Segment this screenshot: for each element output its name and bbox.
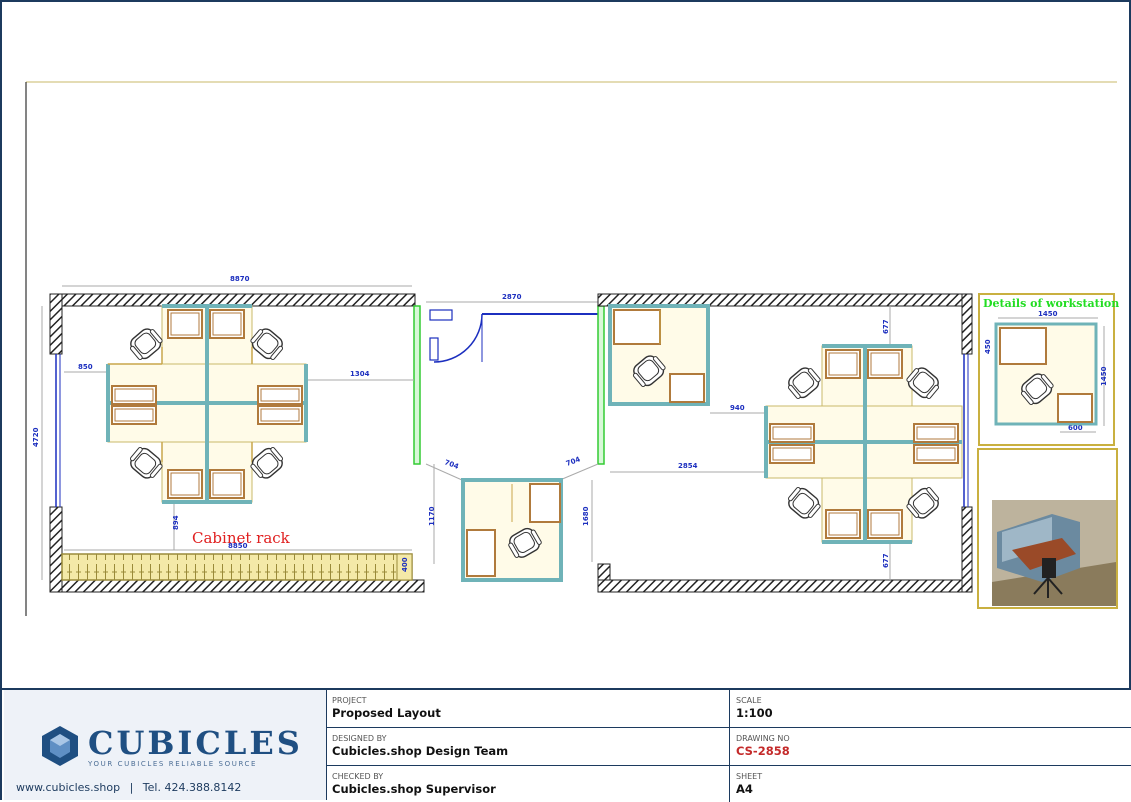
left-workstation-cluster [106,304,308,504]
dimension-corridor-left: 1170 [428,506,436,526]
dimension-door-a: 704 [443,458,460,471]
designed-by-label: DESIGNED BY [332,734,387,743]
contact-line: www.cubicles.shop | Tel. 424.388.8142 [16,781,241,794]
detail-title: Details of workstation [983,297,1119,310]
project-value: Proposed Layout [332,706,441,720]
dimension-left-gap: 1304 [350,370,370,378]
workstation-render-image [977,448,1118,609]
scale-value: 1:100 [736,706,773,720]
checked-by-value: Cubicles.shop Supervisor [332,782,496,796]
corridor-workstation [461,478,563,582]
cube-logo-icon [42,726,78,766]
dimension-left-cab: 894 [172,515,180,530]
detail-height: 1450 [1100,366,1108,386]
phone-number: Tel. 424.388.8142 [142,781,242,794]
dimension-corridor-right: 1680 [582,506,590,526]
dimension-door-b: 704 [565,455,582,468]
title-block: CUBICLES YOUR CUBICLES RELIABLE SOURCE w… [2,688,1131,802]
corridor: 2870 704 704 1170 1680 [425,293,611,593]
scale-label: SCALE [736,696,762,705]
drawing-no-cell: DRAWING NO CS-2858 [730,728,1131,766]
dimension-right-top: 677 [882,319,890,334]
dimension-left-small: 850 [78,363,93,371]
dimension-cab-end: 400 [401,557,409,572]
workstation-detail-panel: Details of workstation 1450 1450 450 600 [977,293,1119,609]
dimension-left-height: 4720 [32,427,40,447]
project-label: PROJECT [332,696,367,705]
checked-by-label: CHECKED BY [332,772,384,781]
floor-plan: 8870 4720 850 1304 894 8850 400 Cabinet … [25,81,1119,616]
scale-cell: SCALE 1:100 [730,690,1131,728]
company-logo-block: CUBICLES YOUR CUBICLES RELIABLE SOURCE w… [4,690,327,800]
detail-width: 1450 [1038,310,1058,318]
floor-plan-area: 8870 4720 850 1304 894 8850 400 Cabinet … [2,2,1131,688]
left-room: 8870 4720 850 1304 894 8850 400 Cabinet … [32,275,425,593]
sheet-label: SHEET [736,772,763,781]
right-l-workstation [608,304,710,406]
cabinet-rack-label: Cabinet rack [192,529,291,547]
dimension-right-bottom: 677 [882,553,890,568]
contact-separator: | [129,781,134,794]
right-room: 677 940 2854 677 [597,293,973,593]
dimension-right-span: 2854 [678,462,698,470]
dimension-top-left: 8870 [230,275,250,283]
sheet-value: A4 [736,782,753,796]
company-name: CUBICLES [88,724,303,762]
drawing-sheet: 8870 4720 850 1304 894 8850 400 Cabinet … [0,0,1131,802]
designed-by-value: Cubicles.shop Design Team [332,744,509,758]
checked-by-cell: CHECKED BY Cubicles.shop Supervisor [326,766,729,802]
drawing-no-value: CS-2858 [736,744,790,758]
drawing-no-label: DRAWING NO [736,734,790,743]
right-workstation-cluster [764,344,963,544]
detail-side: 450 [984,339,992,354]
dimension-right-mid: 940 [730,404,745,412]
company-tagline: YOUR CUBICLES RELIABLE SOURCE [88,760,258,768]
project-cell: PROJECT Proposed Layout [326,690,729,728]
sheet-cell: SHEET A4 [730,766,1131,802]
website-link[interactable]: www.cubicles.shop [16,781,120,794]
dimension-corridor-top: 2870 [502,293,522,301]
designed-by-cell: DESIGNED BY Cubicles.shop Design Team [326,728,729,766]
cabinet-rack [61,553,413,581]
